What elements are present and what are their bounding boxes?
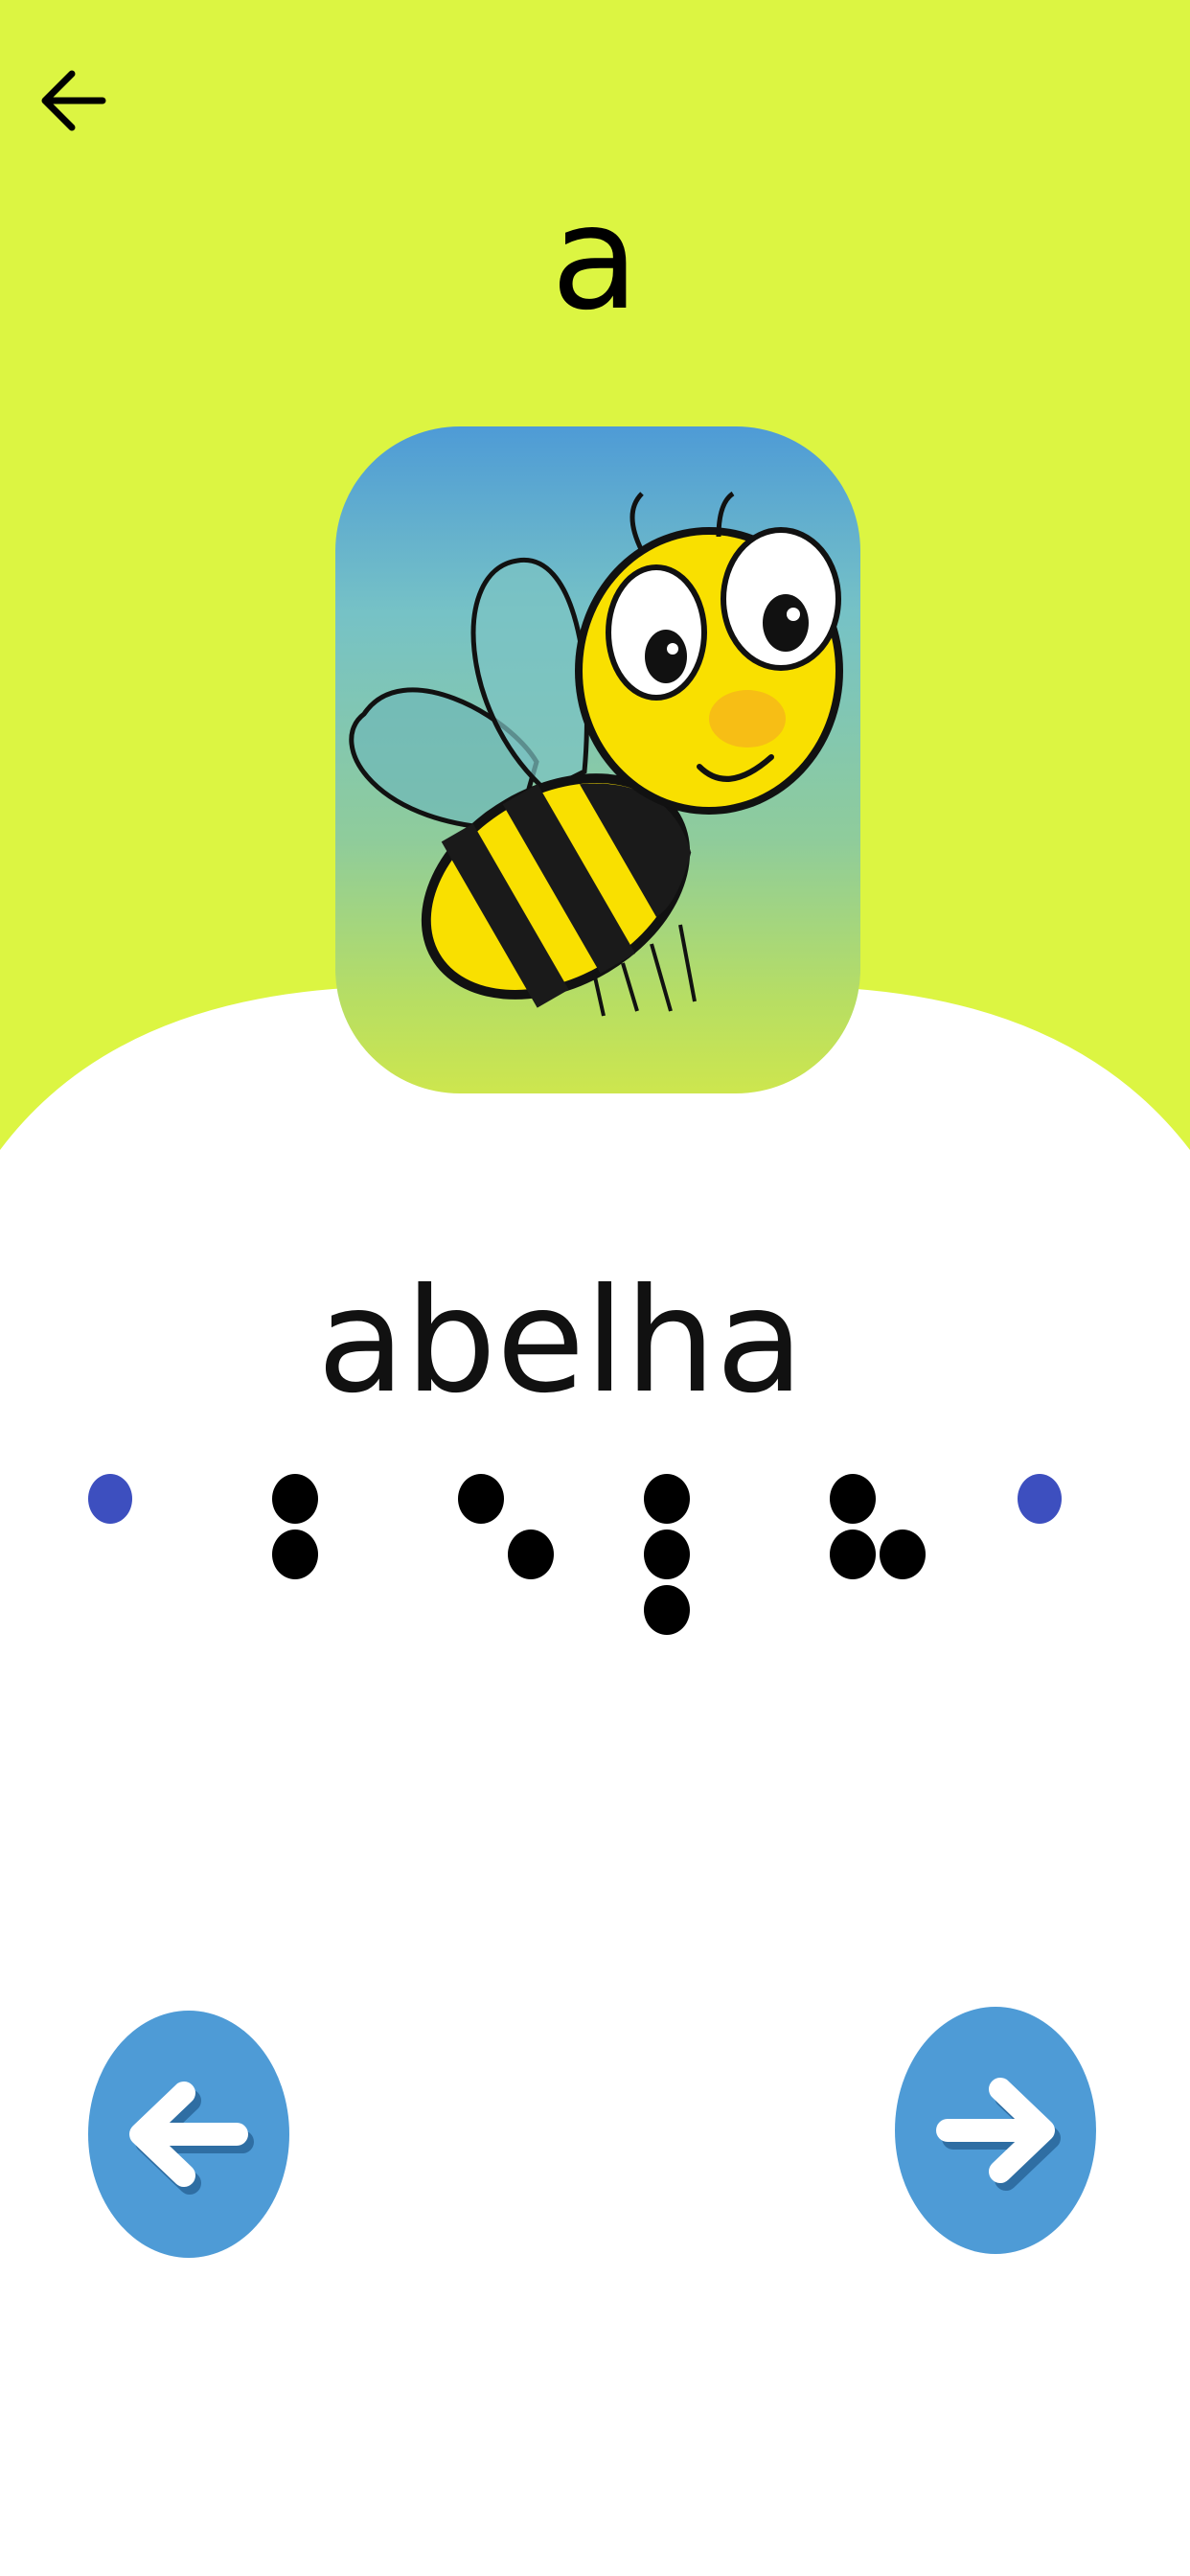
next-button[interactable] <box>895 2007 1096 2254</box>
braille-row <box>0 1457 1190 1648</box>
braille-dot <box>644 1530 690 1579</box>
arrow-left-icon <box>129 2082 254 2195</box>
braille-dot <box>830 1474 876 1524</box>
previous-button[interactable] <box>88 2011 289 2258</box>
braille-dot <box>272 1474 318 1524</box>
braille-dot <box>644 1585 690 1635</box>
braille-dot <box>272 1530 318 1579</box>
braille-end-marker <box>1018 1474 1062 1524</box>
braille-cell-e <box>458 1457 554 1639</box>
braille-cell-l <box>644 1457 721 1639</box>
bee-image <box>335 426 860 1093</box>
braille-dot <box>644 1474 690 1524</box>
letter-title: a <box>551 175 639 342</box>
braille-dot <box>508 1530 554 1579</box>
arrow-left-icon <box>41 70 106 131</box>
braille-dot <box>830 1530 876 1579</box>
braille-start-marker <box>88 1474 132 1524</box>
braille-cell-h <box>830 1457 926 1639</box>
braille-dot <box>458 1474 504 1524</box>
back-button[interactable] <box>21 48 126 153</box>
bee-illustration <box>349 491 843 1017</box>
braille-dot <box>880 1530 926 1579</box>
letter-screen: a abelha <box>0 0 1190 2576</box>
arrow-right-icon <box>936 2078 1061 2191</box>
word-label: abelha <box>316 1258 805 1425</box>
braille-cell-b <box>272 1457 349 1639</box>
